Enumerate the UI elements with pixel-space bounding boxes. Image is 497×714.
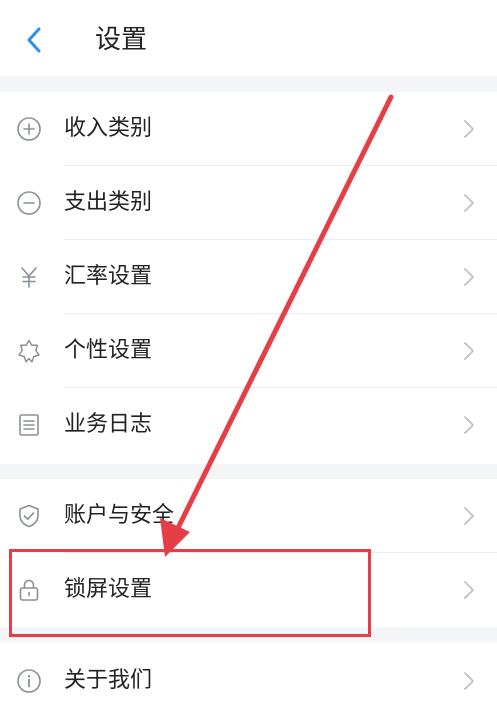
back-button[interactable] bbox=[14, 20, 54, 60]
chevron-right-icon bbox=[464, 416, 474, 434]
minus-circle-icon bbox=[17, 191, 41, 215]
settings-item-label: 汇率设置 bbox=[64, 264, 153, 289]
settings-item-label: 业务日志 bbox=[64, 412, 153, 437]
chevron-right-icon bbox=[464, 194, 474, 212]
settings-item-account-security[interactable]: 账户与安全 bbox=[0, 479, 497, 553]
chevron-right-icon bbox=[464, 268, 474, 286]
settings-item-about-us[interactable]: 关于我们 bbox=[0, 644, 497, 714]
chevron-right-icon bbox=[464, 120, 474, 138]
settings-item-income-category[interactable]: 收入类别 bbox=[0, 92, 497, 166]
shield-check-icon bbox=[19, 504, 39, 528]
settings-item-business-log[interactable]: 业务日志 bbox=[0, 388, 497, 462]
chevron-right-icon bbox=[464, 507, 474, 525]
settings-item-label: 关于我们 bbox=[64, 668, 153, 693]
settings-item-exchange-rate[interactable]: 汇率设置 bbox=[0, 240, 497, 314]
settings-item-personalization[interactable]: 个性设置 bbox=[0, 314, 497, 388]
info-icon bbox=[17, 669, 41, 693]
chevron-left-icon bbox=[27, 27, 41, 53]
chevron-right-icon bbox=[464, 581, 474, 599]
settings-item-label: 账户与安全 bbox=[64, 503, 175, 528]
settings-group-general: 收入类别 支出类别 汇率设置 个性设置 业务日志 bbox=[0, 92, 497, 464]
settings-item-expense-category[interactable]: 支出类别 bbox=[0, 166, 497, 240]
star-badge-icon bbox=[18, 339, 40, 363]
chevron-right-icon bbox=[464, 342, 474, 360]
settings-item-label: 支出类别 bbox=[64, 190, 153, 215]
yen-icon bbox=[21, 267, 37, 288]
settings-group-about: 关于我们 bbox=[0, 642, 497, 714]
top-bar: 设置 bbox=[0, 0, 497, 76]
list-icon bbox=[19, 414, 39, 436]
plus-circle-icon bbox=[17, 117, 41, 141]
highlight-box bbox=[9, 549, 371, 637]
settings-item-label: 收入类别 bbox=[64, 116, 153, 141]
settings-item-label: 个性设置 bbox=[64, 338, 153, 363]
chevron-right-icon bbox=[464, 672, 474, 690]
page-title: 设置 bbox=[95, 25, 148, 55]
